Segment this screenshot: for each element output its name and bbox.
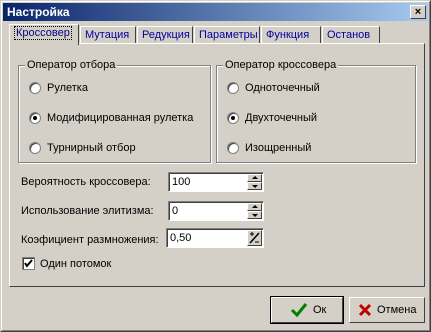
radio-two-point-label: Двухточечный bbox=[245, 112, 318, 124]
checkmark-icon bbox=[24, 259, 33, 268]
crossover-operator-title: Оператор кроссовера bbox=[223, 59, 339, 71]
radio-roulette-label: Рулетка bbox=[47, 82, 88, 94]
crossover-probability-stepper[interactable]: 100 bbox=[168, 172, 264, 192]
radio-modified-roulette-circle[interactable] bbox=[29, 112, 41, 124]
cancel-button[interactable]: Отмена bbox=[349, 297, 425, 323]
tab-stop[interactable]: Останов bbox=[322, 26, 380, 44]
radio-sophisticated-circle[interactable] bbox=[227, 142, 239, 154]
tab-parameters[interactable]: Параметры bbox=[194, 26, 260, 44]
elitism-stepper[interactable]: 0 bbox=[168, 201, 264, 221]
crossover-panel: Оператор отбора Рулетка Модифицированная… bbox=[9, 43, 425, 287]
elitism-label: Использование элитизма: bbox=[21, 205, 154, 217]
radio-tournament-circle[interactable] bbox=[29, 142, 41, 154]
tab-function[interactable]: Функция bbox=[261, 26, 321, 44]
elitism-down-button[interactable] bbox=[247, 211, 262, 219]
tab-crossover[interactable]: Кроссовер bbox=[9, 24, 79, 45]
tab-mutation[interactable]: Мутация bbox=[80, 26, 136, 44]
ok-button[interactable]: Ок bbox=[270, 296, 344, 324]
calculator-icon bbox=[249, 232, 260, 244]
single-offspring-label: Один потомок bbox=[40, 258, 112, 270]
cancel-button-label: Отмена bbox=[377, 304, 417, 316]
radio-two-point-circle[interactable] bbox=[227, 112, 239, 124]
close-button[interactable]: × bbox=[410, 5, 426, 19]
check-icon bbox=[290, 303, 308, 318]
radio-tournament-label: Турнирный отбор bbox=[47, 142, 136, 154]
radio-one-point-circle[interactable] bbox=[227, 82, 239, 94]
selection-operator-group: Оператор отбора Рулетка Модифицированная… bbox=[18, 59, 211, 163]
cancel-x-icon bbox=[358, 303, 372, 317]
close-icon: × bbox=[414, 6, 422, 18]
radio-roulette-circle[interactable] bbox=[29, 82, 41, 94]
reproduction-coefficient-value[interactable]: 0,50 bbox=[170, 231, 191, 245]
elitism-up-button[interactable] bbox=[247, 203, 262, 211]
elitism-value[interactable]: 0 bbox=[172, 204, 178, 218]
ok-button-label: Ок bbox=[313, 304, 327, 316]
crossover-probability-down-button[interactable] bbox=[247, 182, 262, 190]
crossover-probability-label: Вероятность кроссовера: bbox=[21, 176, 151, 188]
calculator-button[interactable] bbox=[247, 230, 262, 246]
reproduction-coefficient-field[interactable]: 0,50 bbox=[166, 228, 264, 248]
radio-modified-roulette-label: Модифицированная рулетка bbox=[47, 112, 194, 124]
reproduction-coefficient-label: Коэфициент размножения: bbox=[21, 234, 159, 246]
crossover-probability-value[interactable]: 100 bbox=[172, 175, 190, 189]
crossover-probability-up-button[interactable] bbox=[247, 174, 262, 182]
crossover-operator-group: Оператор кроссовера Одноточечный Двухточ… bbox=[216, 59, 416, 163]
radio-one-point-label: Одноточечный bbox=[245, 82, 320, 94]
title-bar: Настройка × bbox=[3, 3, 428, 21]
window-title: Настройка bbox=[7, 5, 70, 19]
tab-reduction[interactable]: Редукция bbox=[137, 26, 193, 44]
settings-dialog: Настройка × Кроссовер Мутация Редукция П… bbox=[0, 0, 431, 332]
single-offspring-checkbox[interactable] bbox=[22, 257, 35, 270]
radio-sophisticated-label: Изощренный bbox=[245, 142, 312, 154]
selection-operator-title: Оператор отбора bbox=[25, 59, 118, 71]
